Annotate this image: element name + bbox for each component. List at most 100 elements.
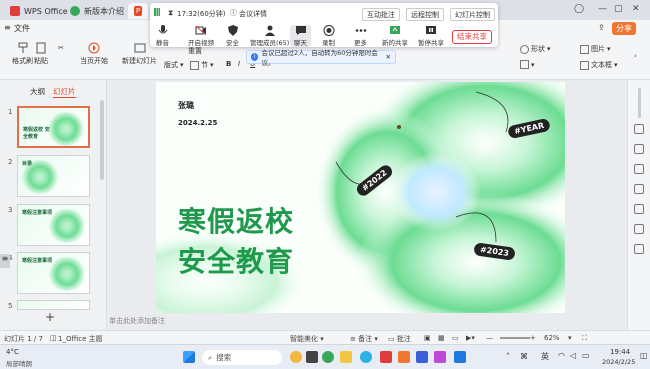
tab-new-version[interactable]: 新版本介绍	[64, 3, 130, 19]
transition-icon[interactable]	[634, 204, 644, 214]
clock-time[interactable]: 19:44	[610, 348, 630, 356]
ribbon-scroll-right[interactable]: ›	[634, 52, 637, 60]
wechat-icon[interactable]	[322, 351, 334, 363]
section-icon	[190, 60, 199, 70]
slide-canvas[interactable]: 张璐 2024.2.25 寒假返校 安全教育 #YEAR #2022 #2023	[156, 82, 565, 313]
weather-temp[interactable]: 4°C	[6, 348, 19, 356]
tab-presentation[interactable]: P	[128, 3, 148, 19]
app-icon[interactable]	[398, 351, 410, 363]
zoom-level[interactable]: 62%	[544, 334, 560, 342]
file-explorer-icon[interactable]	[340, 351, 352, 363]
maximize-icon[interactable]: ▢	[614, 4, 623, 14]
properties-icon[interactable]	[634, 244, 644, 254]
cut-icon[interactable]: ✂	[58, 44, 64, 52]
picture-button[interactable]: 图片 ▾	[580, 44, 611, 54]
reading-view-icon[interactable]: ▭	[452, 334, 459, 342]
share-icon[interactable]: ⇪	[598, 23, 605, 32]
app-icon[interactable]	[416, 351, 428, 363]
weather-desc[interactable]: 局部晴朗	[6, 358, 32, 368]
tab-slides[interactable]: 幻灯片	[53, 86, 76, 98]
comment-icon[interactable]	[634, 144, 644, 154]
animation-icon[interactable]	[634, 184, 644, 194]
more-button[interactable]: 更多	[354, 25, 367, 47]
notes-toggle-button[interactable]: ≡ 备注 ▾	[350, 334, 378, 344]
reset-button[interactable]: 重置	[188, 46, 202, 56]
menu-icon[interactable]: ≡	[4, 23, 11, 32]
notice-text: 会议已超过2人，自动转为60分钟限时会议。	[261, 49, 378, 67]
select-icon[interactable]	[634, 124, 644, 134]
app-icon[interactable]	[454, 351, 466, 363]
collapse-pane-handle[interactable]: ≡	[0, 254, 10, 268]
slide-control-button[interactable]: 幻灯片控制	[450, 8, 495, 21]
zoom-dropdown-icon[interactable]: ▾	[568, 334, 572, 342]
edge-icon[interactable]	[360, 351, 372, 363]
video-button[interactable]: 开启视频	[188, 25, 214, 47]
app-icon[interactable]	[434, 351, 446, 363]
notes-pane[interactable]: 单击此处添加备注	[107, 316, 627, 330]
pause-share-button[interactable]: 暂停共享	[418, 25, 444, 47]
normal-view-icon[interactable]: ▣	[424, 334, 431, 342]
slide-thumbnail-3[interactable]: 寒假注意事项	[17, 204, 90, 246]
menu-file[interactable]: 文件	[14, 23, 30, 34]
tray-app-icon[interactable]: ⌘	[520, 352, 528, 361]
add-slide-button[interactable]: +	[45, 310, 55, 324]
copy-icon[interactable]	[634, 164, 644, 174]
vertical-scrollbar[interactable]	[638, 88, 641, 118]
notification-icon[interactable]: ◫	[640, 351, 648, 360]
thumb-scrollbar[interactable]	[100, 100, 104, 180]
paste-button[interactable]: 粘贴	[34, 42, 48, 66]
remote-control-button[interactable]: 远程控制	[406, 8, 444, 21]
clock-date[interactable]: 2024/2/25	[602, 358, 635, 366]
minimize-icon[interactable]: —	[598, 4, 607, 14]
members-button[interactable]: 管理成员(65)	[250, 25, 289, 47]
battery-icon[interactable]: ▭	[582, 351, 590, 360]
textbox-button[interactable]: 文本框 ▾	[580, 60, 618, 70]
section-button[interactable]: 节 ▾	[190, 60, 214, 70]
interactive-annotation-button[interactable]: 互动批注	[362, 8, 400, 21]
zoom-slider[interactable]	[500, 337, 530, 339]
mute-button[interactable]: 静音	[156, 25, 169, 47]
layout-button[interactable]: 版式 ▾	[164, 60, 184, 70]
end-share-button[interactable]: 结束共享	[452, 30, 492, 44]
widget-icon[interactable]	[290, 351, 302, 363]
avatar[interactable]: ◯	[574, 4, 584, 14]
brush-icon	[18, 42, 27, 53]
wifi-icon[interactable]: ◠	[558, 351, 565, 360]
wps-icon[interactable]	[380, 351, 392, 363]
design-icon[interactable]	[634, 224, 644, 234]
shape-button[interactable]: 形状 ▾	[520, 44, 551, 54]
volume-icon[interactable]: ◁	[570, 351, 576, 360]
share-button[interactable]: 分享	[612, 22, 636, 35]
sorter-view-icon[interactable]: ▦	[438, 334, 445, 342]
taskbar-search[interactable]: ⌕ 搜索	[202, 350, 282, 365]
italic-button[interactable]: I	[238, 60, 240, 68]
slide-thumbnail-5[interactable]	[17, 300, 90, 310]
zoom-in-icon[interactable]: +	[530, 334, 536, 342]
slide-thumbnail-1[interactable]: 寒假返校 安全教育	[17, 106, 90, 148]
record-button[interactable]: 录制	[322, 25, 335, 47]
slide-thumbnail-4[interactable]: 寒假注意事项	[17, 252, 90, 294]
task-view-icon[interactable]	[306, 351, 318, 363]
tray-expand-icon[interactable]: ˄	[506, 352, 510, 361]
play-from-current-button[interactable]: 当页开始	[80, 42, 108, 66]
slide-thumbnail-2[interactable]: 目录	[17, 155, 90, 197]
shape-icon	[520, 44, 529, 54]
meeting-details-link[interactable]: 会议详情	[239, 9, 267, 19]
format-painter-button[interactable]: 格式刷	[12, 42, 33, 66]
zoom-out-icon[interactable]: —	[486, 334, 493, 342]
slideshow-icon[interactable]: ▶▾	[466, 334, 475, 342]
close-icon[interactable]: ✕	[632, 4, 640, 14]
new-share-button[interactable]: 新的共享	[382, 25, 408, 47]
arrange-button[interactable]: ▾	[520, 60, 535, 69]
smart-beautify-button[interactable]: 智能美化 ▾	[290, 334, 324, 344]
tab-outline[interactable]: 大纲	[30, 86, 45, 98]
chat-button[interactable]: 聊天	[290, 25, 311, 47]
security-button[interactable]: 安全	[226, 25, 239, 47]
bold-button[interactable]: B	[226, 60, 231, 68]
comment-toggle-button[interactable]: ▭ 批注	[388, 334, 411, 344]
windows-start-icon[interactable]	[183, 351, 195, 363]
close-icon[interactable]: ✕	[386, 53, 391, 61]
ime-indicator[interactable]: 英	[541, 351, 549, 362]
signal-icon	[154, 8, 160, 16]
fit-window-icon[interactable]: ⛶	[582, 334, 587, 343]
